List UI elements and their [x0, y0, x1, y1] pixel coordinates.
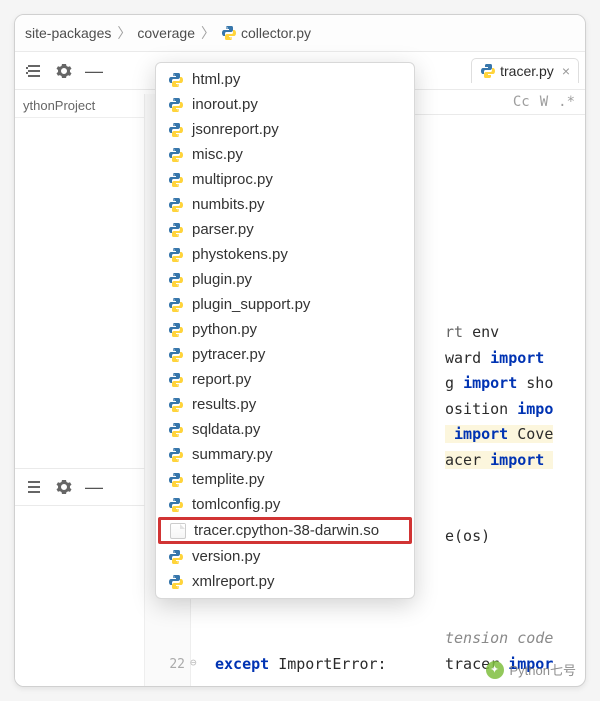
editor-tab-tracer[interactable]: tracer.py ×	[471, 58, 579, 83]
dropdown-item[interactable]: summary.py	[156, 442, 414, 467]
dropdown-item-label: jsonreport.py	[192, 121, 279, 138]
python-icon	[168, 447, 184, 463]
python-icon	[221, 25, 237, 41]
chevron-right-icon: 〉	[117, 23, 131, 43]
dropdown-item[interactable]: tomlconfig.py	[156, 492, 414, 517]
project-sidebar: ythonProject	[15, 94, 145, 686]
wechat-icon: ✦	[486, 661, 504, 679]
dropdown-item[interactable]: tracer.cpython-38-darwin.so	[158, 517, 412, 544]
dropdown-item-label: summary.py	[192, 446, 273, 463]
python-icon	[168, 372, 184, 388]
dropdown-item[interactable]: parser.py	[156, 217, 414, 242]
dropdown-item[interactable]: plugin_support.py	[156, 292, 414, 317]
dropdown-item[interactable]: jsonreport.py	[156, 117, 414, 142]
close-icon[interactable]: ×	[562, 63, 570, 79]
python-icon	[480, 63, 496, 79]
line-number: 22	[145, 654, 185, 676]
dropdown-item-label: numbits.py	[192, 196, 265, 213]
project-label[interactable]: ythonProject	[15, 94, 144, 118]
python-icon	[168, 549, 184, 565]
dropdown-item[interactable]: pytracer.py	[156, 342, 414, 367]
code-frag: rt env ward import g import sho osition …	[445, 323, 553, 673]
dropdown-item[interactable]: templite.py	[156, 467, 414, 492]
gear-icon[interactable]	[51, 59, 77, 83]
dropdown-item-label: plugin.py	[192, 271, 252, 288]
structure-icon[interactable]	[21, 59, 47, 83]
dropdown-item[interactable]: plugin.py	[156, 267, 414, 292]
python-icon	[168, 347, 184, 363]
code-except-line: except ImportError:	[215, 652, 387, 678]
dropdown-item[interactable]: results.py	[156, 392, 414, 417]
dropdown-item[interactable]: html.py	[156, 67, 414, 92]
dropdown-item-label: report.py	[192, 371, 251, 388]
dropdown-item-label: sqldata.py	[192, 421, 260, 438]
dropdown-item[interactable]: multiproc.py	[156, 167, 414, 192]
dropdown-item-label: plugin_support.py	[192, 296, 310, 313]
dropdown-item-label: results.py	[192, 396, 256, 413]
breadcrumb: site-packages 〉 coverage 〉 collector.py	[15, 15, 585, 52]
breadcrumb-item-site-packages[interactable]: site-packages	[25, 25, 111, 41]
dropdown-item-label: inorout.py	[192, 96, 258, 113]
breadcrumb-item-coverage[interactable]: coverage	[137, 25, 195, 41]
dropdown-item-label: tracer.cpython-38-darwin.so	[194, 522, 379, 539]
file-dropdown[interactable]: html.py inorout.py jsonreport.py misc.py mul…	[155, 62, 415, 599]
dropdown-item-label: misc.py	[192, 146, 243, 163]
watermark: ✦ Python七号	[486, 660, 576, 679]
python-icon	[168, 322, 184, 338]
gear-icon[interactable]	[51, 475, 77, 499]
structure-icon[interactable]	[21, 475, 47, 499]
dropdown-item-label: xmlreport.py	[192, 573, 275, 590]
dropdown-item[interactable]: inorout.py	[156, 92, 414, 117]
dropdown-item[interactable]: xmlreport.py	[156, 569, 414, 594]
python-icon	[168, 297, 184, 313]
tab-label: tracer.py	[500, 63, 554, 79]
dropdown-item-label: python.py	[192, 321, 257, 338]
dropdown-item-label: multiproc.py	[192, 171, 273, 188]
dropdown-item[interactable]: phystokens.py	[156, 242, 414, 267]
dropdown-item-label: templite.py	[192, 471, 265, 488]
python-icon	[168, 147, 184, 163]
dropdown-item-label: html.py	[192, 71, 240, 88]
python-icon	[168, 574, 184, 590]
dropdown-item-label: pytracer.py	[192, 346, 265, 363]
lower-toolbar: —	[15, 468, 145, 506]
collapse-button[interactable]: —	[81, 59, 107, 83]
dropdown-item[interactable]: numbits.py	[156, 192, 414, 217]
file-icon	[170, 523, 186, 539]
python-icon	[168, 247, 184, 263]
dropdown-item-label: parser.py	[192, 221, 254, 238]
dropdown-item[interactable]: sqldata.py	[156, 417, 414, 442]
python-icon	[168, 197, 184, 213]
python-icon	[168, 72, 184, 88]
python-icon	[168, 122, 184, 138]
dropdown-item-label: version.py	[192, 548, 260, 565]
python-icon	[168, 172, 184, 188]
python-icon	[168, 97, 184, 113]
python-icon	[168, 497, 184, 513]
breadcrumb-item-collector[interactable]: collector.py	[221, 25, 311, 41]
dropdown-item[interactable]: misc.py	[156, 142, 414, 167]
chevron-right-icon: 〉	[201, 23, 215, 43]
python-icon	[168, 397, 184, 413]
python-icon	[168, 272, 184, 288]
dropdown-item[interactable]: python.py	[156, 317, 414, 342]
dropdown-item[interactable]: version.py	[156, 544, 414, 569]
python-icon	[168, 422, 184, 438]
collapse-button[interactable]: —	[81, 475, 107, 499]
python-icon	[168, 222, 184, 238]
fold-icon[interactable]: ⊖	[190, 654, 197, 673]
dropdown-item[interactable]: report.py	[156, 367, 414, 392]
dropdown-item-label: phystokens.py	[192, 246, 288, 263]
python-icon	[168, 472, 184, 488]
dropdown-item-label: tomlconfig.py	[192, 496, 280, 513]
